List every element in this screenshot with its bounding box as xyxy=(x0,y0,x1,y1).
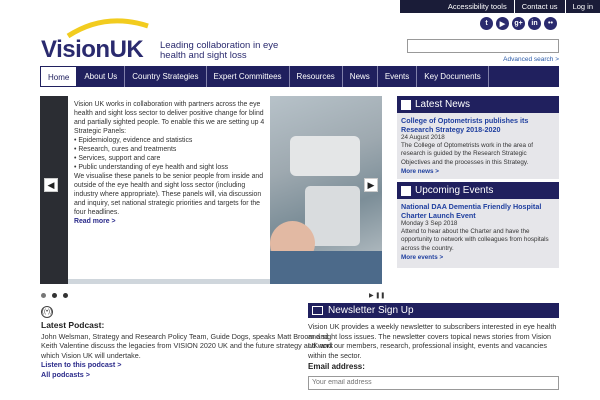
nav-about-us[interactable]: About Us xyxy=(77,66,126,87)
news-summary: The College of Optometrists work in the … xyxy=(401,142,533,166)
latest-news-box: Latest News College of Optometrists publ… xyxy=(397,96,559,179)
event-title-link[interactable]: National DAA Dementia Friendly Hospital … xyxy=(401,202,555,220)
advanced-search-link[interactable]: Advanced search > xyxy=(503,56,559,63)
slider-bullet: • Epidemiology, evidence and statistics xyxy=(74,137,193,144)
accessibility-tools-link[interactable]: Accessibility tools xyxy=(441,0,514,13)
slider-bullet: • Services, support and care xyxy=(74,155,161,162)
newsletter-text: Vision UK provides a weekly newsletter t… xyxy=(308,322,557,360)
listen-podcast-link[interactable]: Listen to this podcast > xyxy=(41,360,341,370)
news-headline-link[interactable]: College of Optometrists publishes its Re… xyxy=(401,116,555,134)
podcast-heading: Latest Podcast: xyxy=(41,320,105,330)
slider-bullet: • Research, cures and treatments xyxy=(74,146,177,153)
tagline: Leading collaboration in eye health and … xyxy=(160,40,279,61)
calendar-icon xyxy=(401,185,411,196)
hero-slider: Vision UK works in collaboration with pa… xyxy=(40,96,382,284)
linkedin-icon[interactable]: in xyxy=(528,17,541,30)
read-more-link[interactable]: Read more > xyxy=(74,217,266,226)
chevron-left-icon: ◀ xyxy=(47,179,55,190)
event-summary: Attend to hear about the Charter and hav… xyxy=(401,228,549,252)
slider-bullet: • Public understanding of eye health and… xyxy=(74,164,229,171)
slider-prev-button[interactable]: ◀ xyxy=(44,178,58,192)
googleplus-icon[interactable]: g+ xyxy=(512,17,525,30)
utility-links: Accessibility tools Contact us Log in xyxy=(400,0,600,13)
email-field[interactable] xyxy=(308,375,559,390)
event-date: Monday 3 Sep 2018 xyxy=(401,220,458,227)
nav-news[interactable]: News xyxy=(343,66,378,87)
slider-text-panel: Vision UK works in collaboration with pa… xyxy=(68,96,270,279)
slider-play-pause[interactable]: ▶ ❚❚ xyxy=(369,292,385,299)
newspaper-icon xyxy=(401,99,411,110)
main-nav: Home About Us Country Strategies Expert … xyxy=(40,66,559,87)
nav-home[interactable]: Home xyxy=(40,66,78,87)
slider-dots xyxy=(41,293,68,298)
slider-dot[interactable] xyxy=(41,293,46,298)
all-podcasts-link[interactable]: All podcasts > xyxy=(41,370,341,380)
news-date: 24 August 2018 xyxy=(401,134,445,141)
social-links: t ▶ g+ in •• xyxy=(480,17,557,30)
login-link[interactable]: Log in xyxy=(564,0,600,13)
nav-country-strategies[interactable]: Country Strategies xyxy=(125,66,207,87)
upcoming-events-box: Upcoming Events National DAA Dementia Fr… xyxy=(397,182,559,268)
logo-wordmark: VisionUK xyxy=(41,36,144,63)
nav-resources[interactable]: Resources xyxy=(290,66,343,87)
nav-events[interactable]: Events xyxy=(378,66,418,87)
logo[interactable]: VisionUK xyxy=(40,14,155,63)
upcoming-events-title: Upcoming Events xyxy=(415,185,494,196)
newsletter-title: Newsletter Sign Up xyxy=(328,305,414,316)
contact-us-link[interactable]: Contact us xyxy=(513,0,565,13)
slider-next-button[interactable]: ▶ xyxy=(364,178,378,192)
podcast-icon: ((•)) xyxy=(41,306,53,318)
slider-intro: Vision UK works in collaboration with pa… xyxy=(74,101,265,135)
flickr-icon[interactable]: •• xyxy=(544,17,557,30)
top-bar: Accessibility tools Contact us Log in xyxy=(0,0,600,13)
slider-body: We visualise these panels to be senior p… xyxy=(74,173,264,216)
more-events-link[interactable]: More events > xyxy=(401,254,555,262)
book-icon xyxy=(312,306,323,315)
youtube-icon[interactable]: ▶ xyxy=(496,17,509,30)
email-label: Email address: xyxy=(308,362,365,371)
slider-dot[interactable] xyxy=(52,293,57,298)
twitter-icon[interactable]: t xyxy=(480,17,493,30)
newsletter-header: Newsletter Sign Up xyxy=(308,303,559,318)
nav-expert-committees[interactable]: Expert Committees xyxy=(207,66,290,87)
slider-dot[interactable] xyxy=(63,293,68,298)
nav-key-documents[interactable]: Key Documents xyxy=(417,66,489,87)
latest-news-header: Latest News xyxy=(397,96,559,113)
search-input[interactable] xyxy=(407,39,559,53)
podcast-text: John Welsman, Strategy and Research Poli… xyxy=(41,331,333,360)
latest-news-title: Latest News xyxy=(415,99,471,110)
newsletter-section: Newsletter Sign Up Vision UK provides a … xyxy=(308,303,559,390)
more-news-link[interactable]: More news > xyxy=(401,168,555,176)
chevron-right-icon: ▶ xyxy=(367,179,375,190)
upcoming-events-header: Upcoming Events xyxy=(397,182,559,199)
podcast-section: Latest Podcast: John Welsman, Strategy a… xyxy=(41,320,341,380)
